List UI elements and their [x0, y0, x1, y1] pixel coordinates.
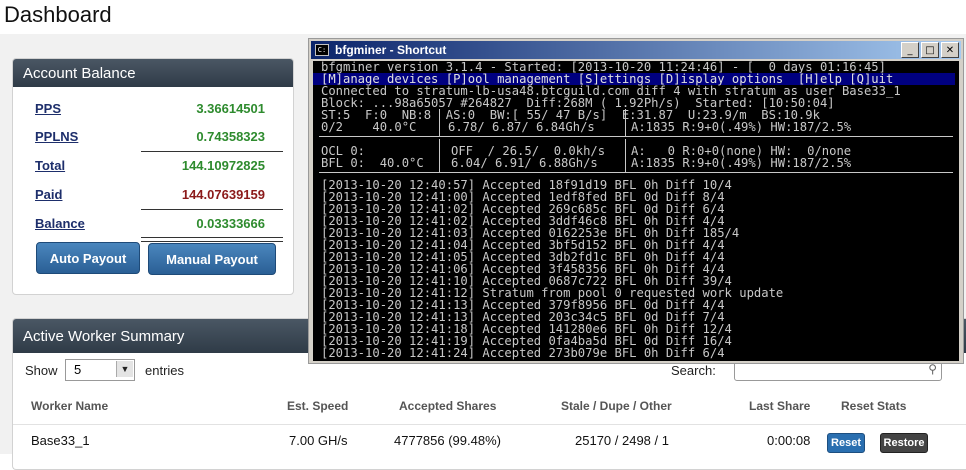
column-header-worker-name[interactable]: Worker Name	[31, 399, 108, 413]
console-divider	[319, 136, 953, 137]
window-controls: _ □ ✕	[901, 42, 959, 58]
paid-value: 144.07639159	[181, 187, 265, 202]
stale-dupe-other-cell: 25170 / 2498 / 1	[575, 433, 669, 448]
page-title: Dashboard	[4, 2, 112, 27]
column-header-last-share[interactable]: Last Share	[749, 399, 810, 413]
worker-name-cell: Base33_1	[31, 433, 90, 448]
pps-link[interactable]: PPS	[35, 101, 61, 116]
console-bfl-accept: A:1835 R:9+0(.49%) HW:187/2.5%	[631, 156, 852, 170]
table-divider	[13, 424, 966, 425]
console-vdivider	[625, 139, 626, 172]
manual-payout-button[interactable]: Manual Payout	[148, 243, 276, 275]
balance-divider	[141, 209, 283, 210]
total-link[interactable]: Total	[35, 158, 65, 173]
reset-button[interactable]: Reset	[827, 433, 865, 453]
console-vdivider	[625, 109, 626, 136]
console-vdivider	[439, 109, 440, 136]
console-divider	[319, 172, 953, 173]
balance-row-balance: Balance 0.03333666	[33, 214, 273, 236]
console-vdivider	[439, 139, 440, 172]
search-icon: ⚲	[928, 362, 937, 376]
paid-link[interactable]: Paid	[35, 187, 62, 202]
accepted-shares-cell: 4777856 (99.48%)	[394, 433, 501, 448]
console-summary-accept: A:1835 R:9+0(.49%) HW:187/2.5%	[631, 120, 852, 134]
speed-cell: 7.00 GH/s	[289, 433, 348, 448]
pps-value: 3.36614501	[196, 101, 265, 116]
restore-button[interactable]: Restore	[880, 433, 928, 453]
console-titlebar[interactable]: C: bfgminer - Shortcut _ □ ✕	[311, 41, 961, 59]
console-bfl-device: BFL 0: 40.0°C	[321, 156, 424, 170]
column-header-accepted-shares[interactable]: Accepted Shares	[399, 399, 496, 413]
pplns-value: 0.74358323	[196, 129, 265, 144]
console-output[interactable]: bfgminer version 3.1.4 - Started: [2013-…	[313, 61, 959, 361]
maximize-icon[interactable]: □	[921, 42, 939, 58]
balance-value: 0.03333666	[196, 216, 265, 231]
account-balance-panel: Account Balance PPS 3.36614501 PPLNS 0.7…	[12, 58, 294, 295]
balance-divider	[141, 151, 283, 152]
balance-double-divider	[141, 237, 283, 242]
console-summary-device: 0/2 40.0°C	[321, 120, 417, 134]
account-balance-header: Account Balance	[13, 59, 293, 87]
pplns-link[interactable]: PPLNS	[35, 129, 78, 144]
close-icon[interactable]: ✕	[941, 42, 959, 58]
column-header-est-speed[interactable]: Est. Speed	[287, 399, 348, 413]
search-label: Search:	[671, 363, 716, 378]
total-value: 144.10972825	[181, 158, 265, 173]
chevron-down-icon[interactable]: ▼	[116, 361, 133, 377]
minimize-icon[interactable]: _	[901, 42, 919, 58]
auto-payout-button[interactable]: Auto Payout	[36, 242, 140, 274]
show-label: Show	[25, 363, 58, 378]
console-summary-rate: 6.78/ 6.87/ 6.84Gh/s	[448, 120, 595, 134]
balance-row-total: Total 144.10972825	[33, 156, 273, 178]
entries-label: entries	[145, 363, 185, 378]
balance-row-paid: Paid 144.07639159	[33, 185, 273, 207]
console-window[interactable]: C: bfgminer - Shortcut _ □ ✕ bfgminer ve…	[308, 38, 964, 364]
last-share-cell: 0:00:08	[767, 433, 811, 448]
balance-row-pplns: PPLNS 0.74358323	[33, 127, 273, 149]
column-header-reset-stats[interactable]: Reset Stats	[841, 399, 906, 413]
console-app-icon: C:	[315, 44, 329, 56]
console-bfl-rate: 6.04/ 6.91/ 6.88Gh/s	[451, 156, 598, 170]
column-header-stale-dupe-other[interactable]: Stale / Dupe / Other	[561, 399, 672, 413]
entries-select[interactable]: 5 ▼	[65, 359, 135, 381]
console-title: bfgminer - Shortcut	[335, 43, 447, 57]
balance-row-pps: PPS 3.36614501	[33, 99, 273, 121]
log-line: [2013-10-20 12:41:24] Accepted 273b079e …	[321, 346, 725, 360]
entries-select-value: 5	[74, 362, 82, 377]
balance-link[interactable]: Balance	[35, 216, 85, 231]
console-scrollbar[interactable]	[955, 61, 959, 361]
